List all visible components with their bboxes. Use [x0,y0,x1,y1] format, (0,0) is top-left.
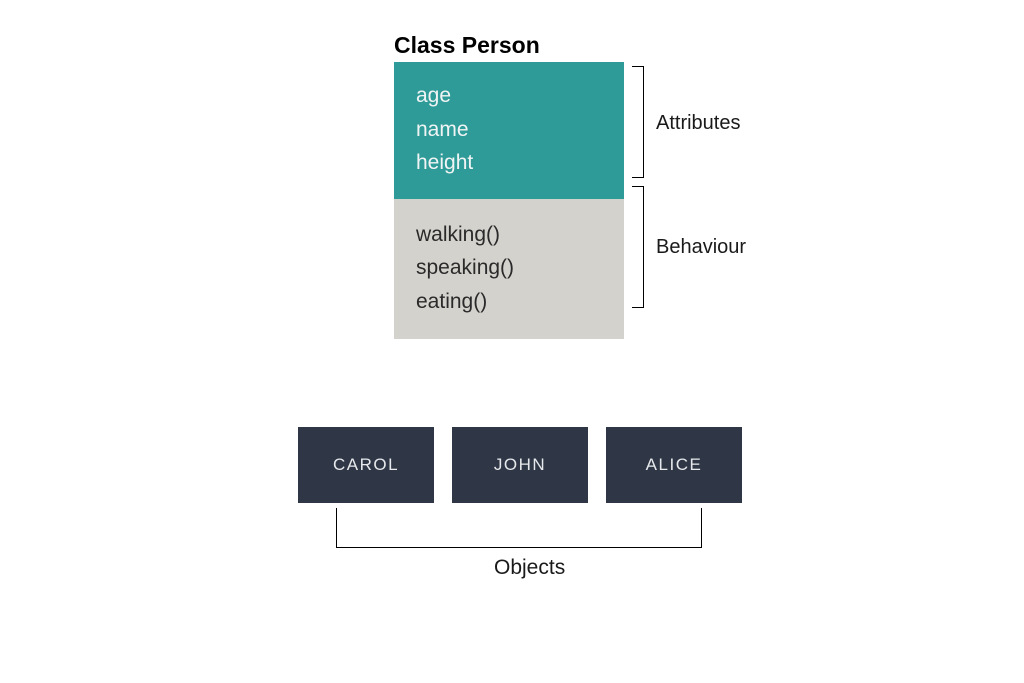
object-box-alice: ALICE [606,427,742,503]
objects-label: Objects [494,556,565,580]
behaviour-label: Behaviour [656,236,746,259]
behaviour-item: speaking() [416,252,602,284]
behaviour-item: walking() [416,219,602,251]
bracket-attributes [632,66,644,178]
bracket-behaviour [632,186,644,308]
attribute-item: age [416,80,602,112]
objects-bracket [336,508,702,548]
object-box-john: JOHN [452,427,588,503]
behaviour-section: walking() speaking() eating() [394,199,624,340]
attributes-label: Attributes [656,112,740,135]
class-box: age name height walking() speaking() eat… [394,62,624,339]
class-title: Class Person [394,32,540,59]
objects-row: CAROL JOHN ALICE [298,427,742,503]
object-box-carol: CAROL [298,427,434,503]
attribute-item: height [416,147,602,179]
attribute-item: name [416,114,602,146]
attributes-section: age name height [394,62,624,199]
behaviour-item: eating() [416,286,602,318]
